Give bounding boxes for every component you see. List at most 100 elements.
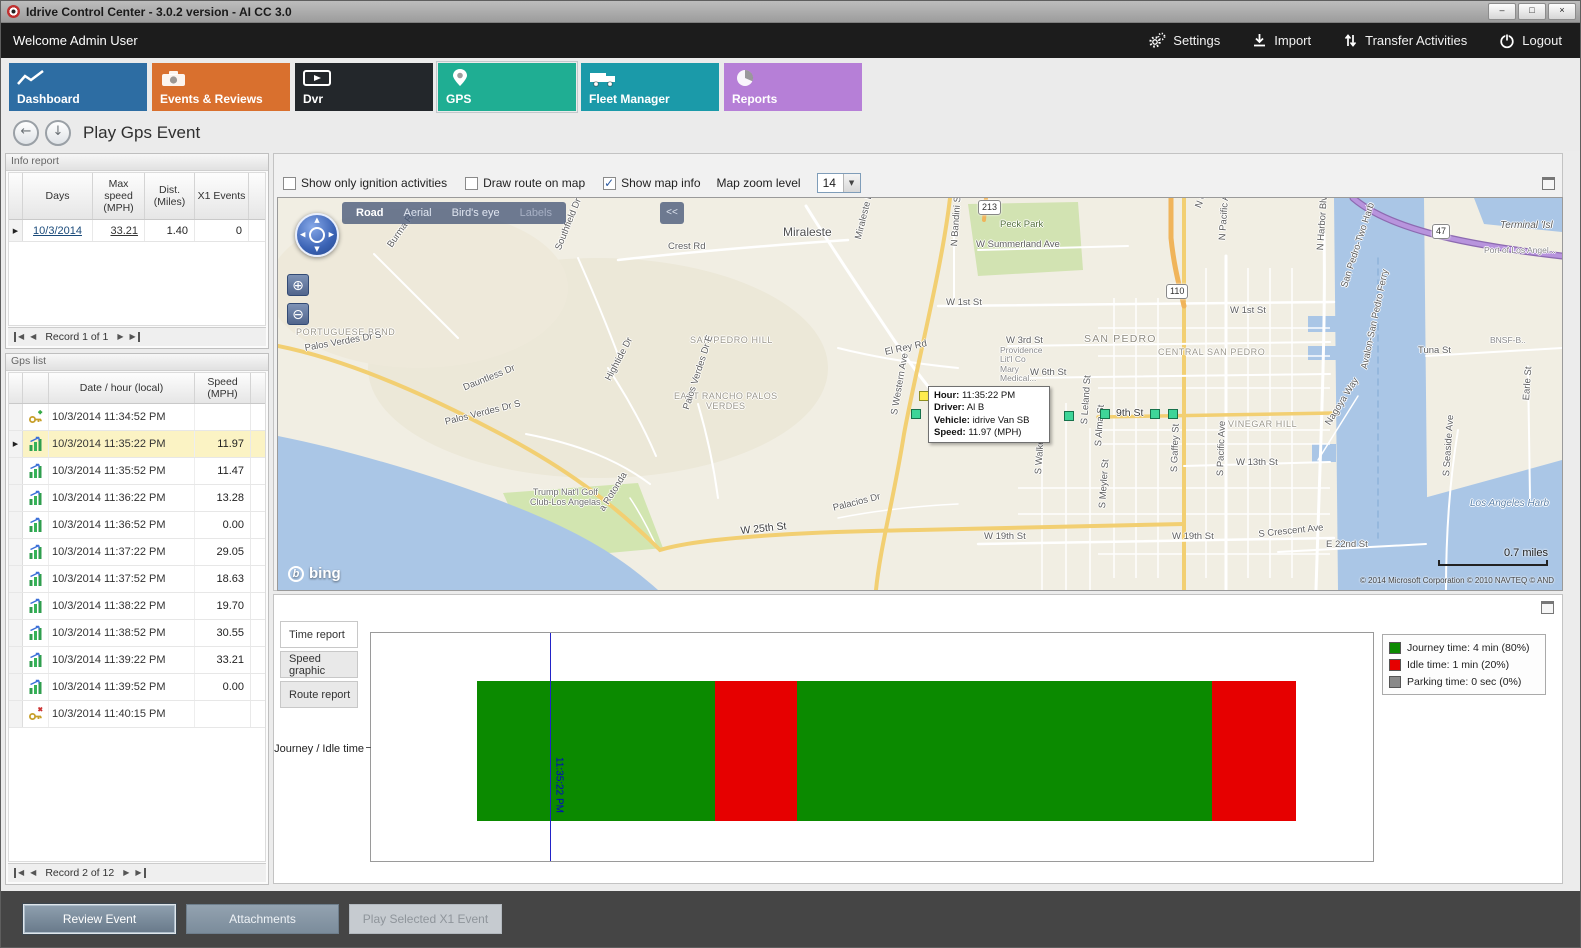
legend-swatch bbox=[1389, 642, 1401, 654]
map-option-checkbox[interactable]: Show map info bbox=[603, 176, 700, 190]
gps-list-row[interactable]: ▶ bbox=[9, 512, 265, 539]
col-speed[interactable]: Speed (MPH) bbox=[195, 373, 251, 403]
map-view-button[interactable]: Labels bbox=[510, 207, 562, 219]
gps-datetime: 10/3/2014 11:35:22 PM bbox=[49, 431, 195, 457]
legend-label: Journey time: 4 min (80%) bbox=[1407, 642, 1530, 654]
logout-label: Logout bbox=[1522, 33, 1562, 48]
tab-dashboard[interactable]: Dashboard bbox=[9, 63, 147, 111]
report-tab[interactable]: Time report bbox=[280, 621, 358, 648]
col-datetime[interactable]: Date / hour (local) bbox=[49, 373, 195, 403]
x1-events-value: 0 bbox=[195, 220, 249, 241]
report-tabs: Time report Speed graphic Route report bbox=[280, 621, 358, 711]
tab-fleet-manager[interactable]: Fleet Manager bbox=[581, 63, 719, 111]
maximize-button[interactable]: □ bbox=[1518, 3, 1546, 20]
legend-swatch bbox=[1389, 676, 1401, 688]
gps-list-row[interactable]: ▶ bbox=[9, 404, 265, 431]
map-view-button[interactable]: Aerial bbox=[394, 207, 442, 219]
last-page-button[interactable]: ▶ bbox=[135, 868, 145, 878]
map-zoom-select[interactable]: 14 ▼ bbox=[817, 173, 861, 193]
map-scale-text: 0.7 miles bbox=[1438, 547, 1548, 559]
down-button[interactable]: ↓ bbox=[45, 120, 71, 146]
last-page-button[interactable]: ▶ bbox=[130, 332, 140, 342]
tooltip-line: Driver: Al B bbox=[934, 402, 1044, 414]
tab-reports[interactable]: Reports bbox=[724, 63, 862, 111]
first-page-button[interactable]: ◀ bbox=[14, 332, 24, 342]
gps-activity-icon bbox=[28, 571, 44, 587]
col-days[interactable]: Days bbox=[23, 173, 93, 219]
next-page-button[interactable]: ▶ bbox=[117, 332, 123, 342]
settings-label: Settings bbox=[1173, 33, 1220, 48]
prev-page-button[interactable]: ◀ bbox=[30, 868, 36, 878]
footer-button[interactable]: Attachments bbox=[186, 904, 339, 934]
footer-bar: Review Event Attachments Play Selected X1 … bbox=[1, 891, 1580, 947]
back-button[interactable]: ← bbox=[13, 120, 39, 146]
map-view-button[interactable]: Road bbox=[346, 207, 394, 219]
time-cursor[interactable] bbox=[550, 633, 551, 861]
top-actions: Settings Import Transfer Activities bbox=[1149, 32, 1562, 49]
next-page-button[interactable]: ▶ bbox=[123, 868, 129, 878]
gps-datetime: 10/3/2014 11:38:52 PM bbox=[49, 620, 195, 646]
chart-legend: Journey time: 4 min (80%) Idle time: 1 m… bbox=[1382, 634, 1546, 695]
panel-maximize-icon[interactable] bbox=[1541, 601, 1554, 614]
gps-datetime: 10/3/2014 11:37:52 PM bbox=[49, 566, 195, 592]
days-link[interactable]: 10/3/2014 bbox=[33, 225, 82, 237]
footer-button[interactable]: Play Selected X1 Event bbox=[349, 904, 502, 934]
truck-icon bbox=[588, 68, 618, 88]
gps-list-row[interactable]: ▶ bbox=[9, 566, 265, 593]
gear-icon bbox=[1149, 32, 1166, 49]
gps-list-row[interactable]: ▶ bbox=[9, 647, 265, 674]
legend-label: Parking time: 0 sec (0%) bbox=[1407, 676, 1521, 688]
gps-speed: 0.00 bbox=[195, 512, 251, 538]
ignition-on-icon bbox=[28, 409, 44, 425]
settings-button[interactable]: Settings bbox=[1149, 32, 1220, 49]
tooltip-line: Vehicle: idrive Van SB bbox=[934, 415, 1044, 427]
footer-button[interactable]: Review Event bbox=[23, 904, 176, 934]
page-header: ← ↓ Play Gps Event bbox=[1, 115, 1580, 151]
zoom-out-button[interactable]: ⊖ bbox=[287, 303, 309, 325]
gps-list-row[interactable]: ▶ bbox=[9, 431, 265, 458]
gps-list-row[interactable]: ▶ bbox=[9, 458, 265, 485]
prev-page-button[interactable]: ◀ bbox=[30, 332, 36, 342]
import-button[interactable]: Import bbox=[1252, 33, 1311, 48]
map-view-button[interactable]: Bird's eye bbox=[442, 207, 510, 219]
legend-item: Idle time: 1 min (20%) bbox=[1389, 656, 1539, 673]
gps-list-row[interactable]: ▶ bbox=[9, 539, 265, 566]
map-compass[interactable]: ▲ ▼ ◀ ▶ bbox=[295, 213, 339, 257]
timeline-segment bbox=[477, 681, 715, 821]
gps-list-row[interactable]: ▶ bbox=[9, 701, 265, 728]
max-speed-link[interactable]: 33.21 bbox=[110, 225, 138, 237]
tab-events-reviews[interactable]: Events & Reviews bbox=[152, 63, 290, 111]
gps-list-row[interactable]: ▶ bbox=[9, 620, 265, 647]
report-tab[interactable]: Route report bbox=[280, 681, 358, 708]
minimize-button[interactable]: – bbox=[1488, 3, 1516, 20]
gps-list-row[interactable]: ▶ bbox=[9, 674, 265, 701]
map-option-checkbox[interactable]: Show only ignition activities bbox=[283, 176, 447, 190]
transfer-activities-button[interactable]: Transfer Activities bbox=[1343, 33, 1467, 48]
panel-maximize-icon[interactable] bbox=[1542, 177, 1555, 190]
bing-map[interactable]: MiralestePeck ParkW Summerland AveCrest … bbox=[277, 197, 1563, 591]
map-collapse-button[interactable]: << bbox=[660, 202, 684, 224]
close-button[interactable]: × bbox=[1548, 3, 1576, 20]
col-dist[interactable]: Dist. (Miles) bbox=[145, 173, 195, 219]
tab-dvr[interactable]: Dvr bbox=[295, 63, 433, 111]
col-max-speed[interactable]: Max speed (MPH) bbox=[93, 173, 145, 219]
gps-datetime: 10/3/2014 11:38:22 PM bbox=[49, 593, 195, 619]
gps-speed: 30.55 bbox=[195, 620, 251, 646]
gps-list-row[interactable]: ▶ bbox=[9, 593, 265, 620]
tab-label: Dashboard bbox=[17, 92, 80, 106]
first-page-button[interactable]: ◀ bbox=[14, 868, 24, 878]
info-report-pager: ◀ ◀ Record 1 of 1 ▶ ▶ bbox=[8, 327, 266, 346]
zoom-level-value: 14 bbox=[818, 176, 843, 190]
gps-datetime: 10/3/2014 11:36:52 PM bbox=[49, 512, 195, 538]
report-tab[interactable]: Speed graphic bbox=[280, 651, 358, 678]
map-option-checkbox[interactable]: Draw route on map bbox=[465, 176, 585, 190]
gps-list-row[interactable]: ▶ bbox=[9, 485, 265, 512]
gps-datetime: 10/3/2014 11:36:22 PM bbox=[49, 485, 195, 511]
timeline-bar bbox=[477, 681, 1296, 821]
info-report-row[interactable]: ▶ 10/3/2014 33.21 1.40 0 bbox=[9, 220, 265, 242]
tab-gps[interactable]: GPS bbox=[438, 63, 576, 111]
logout-button[interactable]: Logout bbox=[1499, 33, 1562, 49]
col-x1-events[interactable]: X1 Events bbox=[195, 173, 249, 219]
tooltip-line: Speed: 11.97 (MPH) bbox=[934, 427, 1044, 439]
zoom-in-button[interactable]: ⊕ bbox=[287, 274, 309, 296]
